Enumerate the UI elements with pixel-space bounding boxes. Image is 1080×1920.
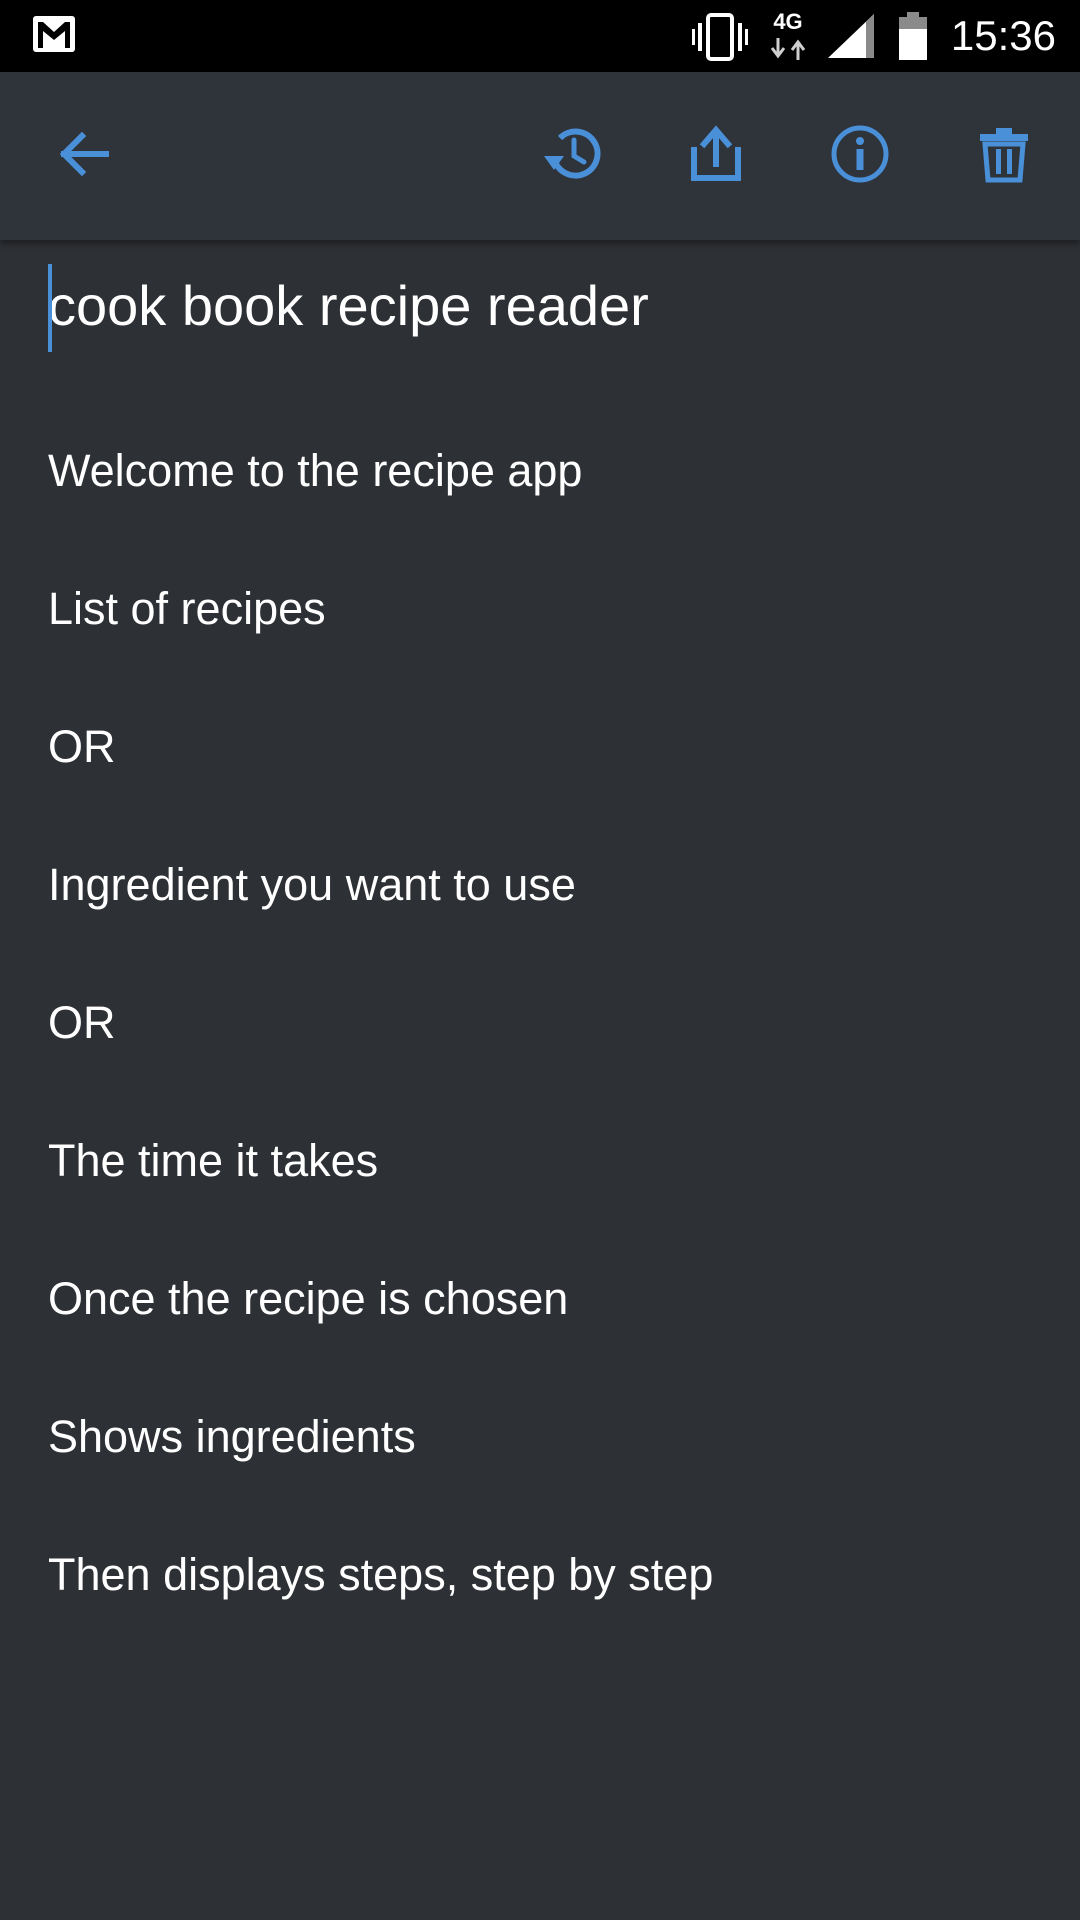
note-title[interactable]: cook book recipe reader	[48, 262, 1028, 352]
history-icon	[544, 128, 601, 179]
note-line[interactable]: OR	[48, 954, 1048, 1092]
note-line[interactable]: OR	[48, 678, 1048, 816]
note-line[interactable]: List of recipes	[48, 540, 1048, 678]
info-button[interactable]	[804, 98, 916, 210]
delete-icon	[980, 128, 1028, 183]
back-arrow-icon	[59, 131, 109, 177]
note-editor[interactable]: cook book recipe reader Welcome to the r…	[0, 240, 1080, 1920]
signal-icon	[828, 14, 874, 58]
note-line[interactable]: Shows ingredients	[48, 1368, 1048, 1506]
delete-button[interactable]	[948, 98, 1060, 210]
status-bar: 4G 15:36	[0, 0, 1080, 72]
note-body[interactable]: Welcome to the recipe app List of recipes…	[48, 402, 1048, 1644]
history-button[interactable]	[516, 98, 628, 210]
battery-icon	[899, 12, 927, 60]
vibrate-icon	[692, 13, 748, 61]
note-line[interactable]: Ingredient you want to use	[48, 816, 1048, 954]
note-line[interactable]: Then displays steps, step by step	[48, 1506, 1048, 1644]
note-line[interactable]: Welcome to the recipe app	[48, 402, 1048, 540]
note-line[interactable]: Once the recipe is chosen	[48, 1230, 1048, 1368]
info-icon	[831, 125, 889, 183]
note-toolbar	[0, 72, 1080, 240]
network-indicator: 4G	[764, 10, 812, 62]
network-arrows-icon	[770, 38, 806, 60]
share-button[interactable]	[660, 98, 772, 210]
share-icon	[691, 125, 741, 181]
back-button[interactable]	[28, 98, 140, 210]
gmail-icon	[33, 16, 75, 52]
network-type-label: 4G	[773, 9, 803, 34]
status-clock: 15:36	[950, 12, 1056, 59]
note-line[interactable]: The time it takes	[48, 1092, 1048, 1230]
